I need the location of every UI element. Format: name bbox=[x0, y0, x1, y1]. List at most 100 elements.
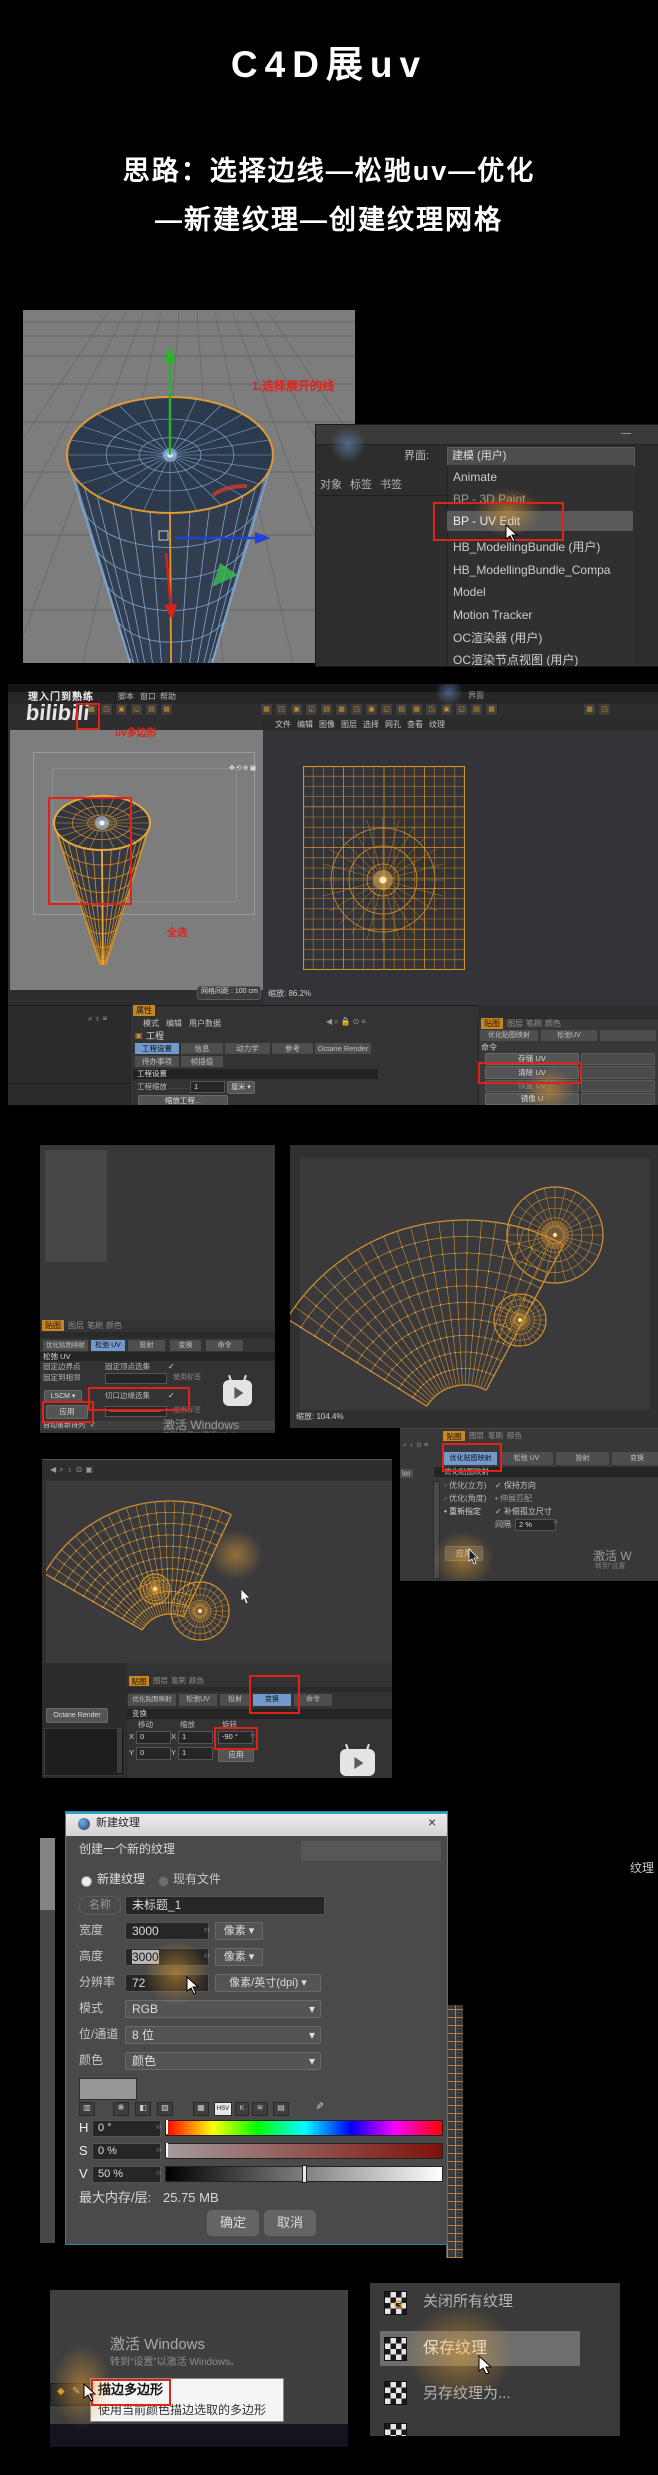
pin-border-label[interactable]: 固定边界点 bbox=[43, 1362, 81, 1372]
tab-color[interactable]: 颜色 bbox=[545, 1019, 561, 1028]
side-button-4[interactable] bbox=[581, 1093, 655, 1105]
tab-color[interactable]: 颜色 bbox=[189, 1676, 204, 1686]
menu-item-bpuvedit[interactable]: BP - UV Edit bbox=[453, 514, 520, 529]
tab-attributes[interactable]: 属性 bbox=[133, 1005, 155, 1016]
uv-menu-select[interactable]: 选择 bbox=[363, 720, 379, 729]
subtab-relax-uv[interactable]: 松弛UV bbox=[179, 1694, 217, 1706]
menu-item-model[interactable]: Model bbox=[453, 585, 486, 600]
toolbar-icon[interactable]: ▤ bbox=[145, 703, 158, 716]
menu-window[interactable]: 窗口 bbox=[140, 692, 156, 701]
apply-button[interactable]: 应用 bbox=[445, 1546, 483, 1561]
uv-menu-layer[interactable]: 图层 bbox=[341, 720, 357, 729]
menu-close-all-textures[interactable]: 关闭所有纹理 bbox=[423, 2293, 513, 2310]
saturation-slider[interactable] bbox=[165, 2143, 443, 2159]
k-icon[interactable]: K bbox=[235, 2102, 249, 2116]
uv-menu-texture[interactable]: 纹理 bbox=[429, 720, 445, 729]
toolbar-icon[interactable]: ▣ bbox=[115, 703, 128, 716]
apply-button[interactable]: 应用 bbox=[46, 1405, 88, 1419]
fill-tool-icon[interactable]: ◆ bbox=[57, 2386, 65, 2398]
radio-existing-label[interactable]: 现有文件 bbox=[173, 1872, 221, 1887]
check-compensate[interactable]: ✓ 补偿孤立尺寸 bbox=[495, 1507, 552, 1516]
panel-titlebar[interactable] bbox=[316, 425, 658, 445]
restore-uv-button[interactable]: 恢复 UV bbox=[485, 1080, 579, 1092]
tab-keyframe[interactable]: 帧插值 bbox=[181, 1056, 223, 1067]
rotate-spinner[interactable]: ‹› bbox=[250, 1732, 255, 1740]
toolbar-icon[interactable]: ▦ bbox=[335, 703, 348, 716]
tab-octane-render[interactable]: Octane Render bbox=[315, 1043, 371, 1054]
mirror-u-button[interactable]: 镜像 U bbox=[485, 1093, 579, 1105]
toolbar-icon[interactable]: ▦ bbox=[485, 703, 498, 716]
height-unit[interactable]: 像素 ▾ bbox=[215, 1948, 263, 1966]
toolbar-icon[interactable]: ▣ bbox=[290, 703, 303, 716]
tab-todo[interactable]: 待办事项 bbox=[135, 1056, 179, 1067]
auto-realign-label[interactable]: 自动重新排列 bbox=[43, 1422, 85, 1430]
subtab-transform[interactable]: 变换 bbox=[170, 1340, 201, 1351]
tab-dynamics[interactable]: 动力学 bbox=[225, 1043, 270, 1054]
dpi-unit[interactable]: 像素/英寸(dpi) ▾ bbox=[215, 1974, 321, 1992]
uv-menu-image[interactable]: 图像 bbox=[319, 720, 335, 729]
tab-reference[interactable]: 参考 bbox=[272, 1043, 313, 1054]
unit-dropdown[interactable]: 厘米 ▾ bbox=[227, 1081, 255, 1094]
saturation-marker[interactable] bbox=[166, 2143, 168, 2157]
v-field[interactable]: 50 % bbox=[92, 2166, 161, 2183]
menu-item-animate[interactable]: Animate bbox=[453, 470, 497, 485]
toolbar-icon[interactable]: ◱ bbox=[305, 703, 318, 716]
menu-item-bp3dpaint[interactable]: BP - 3D Paint bbox=[453, 492, 525, 507]
sliders-icon[interactable]: ≋ bbox=[252, 2102, 268, 2116]
pin-sel-label[interactable]: 固定顶点选集 bbox=[105, 1362, 150, 1372]
tab-object[interactable]: 对象 bbox=[320, 479, 342, 492]
scale-project-button[interactable]: 缩放工程... bbox=[138, 1095, 228, 1105]
cut-sel-label[interactable]: 切口边缘选集 bbox=[105, 1391, 150, 1401]
toolbar-icon[interactable]: ◱ bbox=[455, 703, 468, 716]
menu-item-hb2[interactable]: HB_ModellingBundle_Compa bbox=[453, 563, 610, 578]
toolbar-icon[interactable]: ▦ bbox=[583, 703, 596, 716]
depth-select[interactable]: 8 位 ▾ bbox=[125, 2026, 321, 2044]
move-y-field[interactable]: 0 bbox=[136, 1747, 171, 1760]
toolbar-icon[interactable]: ▦ bbox=[410, 703, 423, 716]
attr-right-icons[interactable]: ◀⌕🔒⊙≡ bbox=[326, 1017, 368, 1026]
radio-opt-cube[interactable]: ◦ 优化(立方) bbox=[444, 1481, 486, 1490]
menu-item-motion-tracker[interactable]: Motion Tracker bbox=[453, 608, 532, 623]
h-spinner[interactable]: ‹› bbox=[156, 2122, 161, 2131]
width-field[interactable]: 3000 bbox=[125, 1922, 209, 1940]
image-icon[interactable]: ▨ bbox=[157, 2102, 173, 2116]
toolbar-icon[interactable]: ◱ bbox=[380, 703, 393, 716]
tab-layer[interactable]: 图层 bbox=[68, 1321, 84, 1330]
toolbar-right[interactable]: ▦ ◳ ▣ ◱ ▤ ▦ ◳ ▣ ◱ ▤ ▦ ◳ ▣ ◱ ▤ ▦ bbox=[260, 703, 500, 718]
viewport-3d[interactable]: ✥⟲⊕▣ 全选 bbox=[10, 730, 263, 990]
toolbar-icon[interactable]: ▦ bbox=[260, 703, 273, 716]
tab-brush[interactable]: 笔刷 bbox=[87, 1321, 103, 1330]
gradient-icon[interactable]: ◧ bbox=[135, 2102, 151, 2116]
toolbar-icon[interactable]: ▣ bbox=[440, 703, 453, 716]
pin-neighbor-label[interactable]: 固定到相邻 bbox=[43, 1373, 81, 1383]
subtab-transform[interactable]: 变换 bbox=[253, 1694, 291, 1706]
subtab-project[interactable]: 投射 bbox=[220, 1694, 250, 1706]
tab-color[interactable]: 颜色 bbox=[507, 1431, 522, 1441]
tab-info[interactable]: 信息 bbox=[181, 1043, 223, 1054]
object-panel-icons[interactable]: ⌕♁≡ bbox=[88, 1014, 109, 1023]
subtab-optimal-mapping[interactable]: 优化贴图映射 bbox=[128, 1694, 176, 1706]
attr-menu-edit[interactable]: 编辑 bbox=[166, 1019, 182, 1028]
table-icon[interactable]: ▤ bbox=[273, 2102, 289, 2116]
uv-editor[interactable]: 文件 编辑 图像 图层 选择 网孔 查看 纹理 缩放: 86.2% bbox=[263, 718, 658, 1005]
radio-reassign[interactable]: • 重新指定 bbox=[444, 1507, 481, 1516]
side-button-3[interactable] bbox=[581, 1080, 655, 1092]
color-wheel-icon[interactable]: ❋ bbox=[113, 2102, 129, 2116]
width-unit[interactable]: 像素 ▾ bbox=[215, 1922, 263, 1940]
scale-y-field[interactable]: 1 bbox=[178, 1747, 213, 1760]
octane-render-button[interactable]: Octane Render bbox=[46, 1708, 108, 1723]
brush-tool-icon[interactable]: ✎ bbox=[72, 2386, 80, 2398]
tab-project-settings[interactable]: 工程设置 bbox=[135, 1043, 179, 1054]
v-spinner[interactable]: ‹› bbox=[156, 2168, 161, 2177]
radio-opt-angle[interactable]: ◦ 优化(角度) bbox=[444, 1494, 486, 1503]
toolbar-icon[interactable]: ▤ bbox=[470, 703, 483, 716]
tab-texture[interactable]: 贴图 bbox=[129, 1676, 149, 1686]
store-uv-button[interactable]: 存储 UV bbox=[485, 1053, 579, 1065]
radio-new-label[interactable]: 新建纹理 bbox=[97, 1872, 145, 1887]
tab-texture[interactable]: 贴图 bbox=[481, 1018, 503, 1029]
tab-texture[interactable]: 贴图 bbox=[42, 1320, 64, 1331]
menu-save-texture[interactable]: 保存纹理 bbox=[423, 2340, 487, 2358]
uv-menu-edit[interactable]: 编辑 bbox=[297, 720, 313, 729]
move-x-field[interactable]: 0 bbox=[136, 1731, 171, 1744]
ok-button[interactable]: 确定 bbox=[207, 2210, 259, 2236]
